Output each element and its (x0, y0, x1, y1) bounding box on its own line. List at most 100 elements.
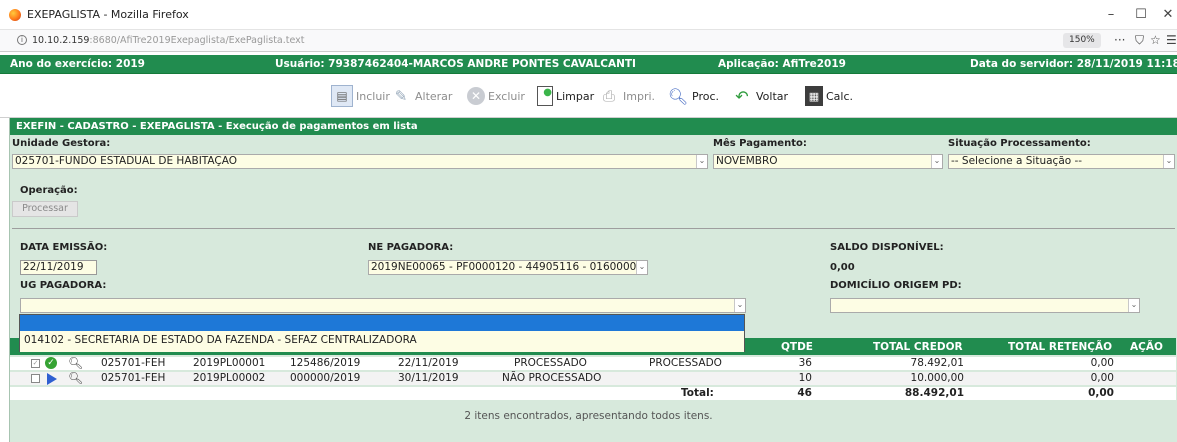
edit-icon: ✎ (394, 87, 408, 105)
situacao-label: Situação Processamento: (948, 138, 1091, 149)
mes-pagamento-value: NOVEMBRO (716, 155, 778, 167)
situacao-select[interactable]: -- Selecione a Situação -- ⌄ (948, 154, 1175, 169)
chevron-down-icon: ⌄ (734, 299, 745, 312)
processar-button[interactable]: Processar (12, 201, 78, 217)
print-icon: ⎙ (602, 87, 615, 105)
situacao-value: -- Selecione a Situação -- (951, 155, 1083, 167)
view-details-icon[interactable]: 🔍︎ (68, 357, 83, 370)
calc-button[interactable]: ▦ Calc. (805, 82, 853, 110)
ug-pagadora-label: UG PAGADORA: (20, 280, 107, 291)
cell-total-credor: 78.492,01 (910, 357, 964, 369)
table-row: 🔍︎ 025701-FEH 2019PL00002 000000/2019 30… (10, 372, 1176, 385)
unidade-gestora-label: Unidade Gestora: (12, 138, 111, 149)
voltar-button[interactable]: ↶ Voltar (731, 82, 788, 110)
zoom-level-badge[interactable]: 150% (1063, 33, 1101, 48)
row-checkbox[interactable] (31, 374, 40, 383)
page-actions-icon[interactable]: ··· (1114, 33, 1125, 48)
unidade-gestora-select[interactable]: 025701-FUNDO ESTADUAL DE HABITAÇÃO ⌄ (12, 154, 708, 169)
minimize-button[interactable]: – (1098, 5, 1124, 25)
cell-total-credor: 10.000,00 (910, 372, 964, 384)
chevron-down-icon: ⌄ (931, 155, 942, 168)
operacao-label: Operação: (20, 185, 78, 196)
address-field[interactable]: 10.10.2.159:8680/AfiTre2019Exepaglista/E… (32, 35, 305, 46)
ug-pagadora-dropdown: 014102 - SECRETARIA DE ESTADO DA FAZENDA… (19, 314, 745, 352)
total-label: Total: (681, 387, 714, 399)
row-checkbox[interactable]: ✓ (31, 359, 40, 368)
browser-urlbar: i 10.10.2.159:8680/AfiTre2019Exepaglista… (0, 30, 1177, 52)
cell-status: NÃO PROCESSADO (502, 372, 602, 384)
alterar-button[interactable]: ✎ Alterar (390, 82, 453, 110)
domicilio-select[interactable]: ⌄ (830, 298, 1140, 313)
cell-qtde: 10 (798, 372, 812, 384)
site-info-icon[interactable]: i (17, 35, 27, 45)
total-qtde: 46 (797, 387, 812, 399)
cell-status: PROCESSADO (514, 357, 587, 369)
total-retencao: 0,00 (1088, 387, 1114, 399)
incluir-label: Incluir (356, 89, 390, 103)
ne-pagadora-select[interactable]: 2019NE00065 - PF0000120 - 44905116 - 016… (368, 260, 648, 275)
back-arrow-icon: ↶ (735, 86, 749, 106)
cell-total-retencao: 0,00 (1090, 372, 1114, 384)
unidade-gestora-value: 025701-FUNDO ESTADUAL DE HABITAÇÃO (15, 155, 237, 167)
delete-icon: ✕ (467, 87, 485, 105)
alterar-label: Alterar (415, 89, 453, 103)
dropdown-option[interactable]: 014102 - SECRETARIA DE ESTADO DA FAZENDA… (20, 331, 744, 352)
cell-pl: 2019PL00001 (193, 357, 266, 369)
dropdown-option-empty[interactable] (20, 315, 744, 331)
proc-button[interactable]: 🔍︎ Proc. (667, 82, 719, 110)
cell-doc: 000000/2019 (290, 372, 361, 384)
calculator-icon: ▦ (805, 86, 823, 106)
imprimir-button[interactable]: ⎙ Impri. (598, 82, 655, 110)
domicilio-label: DOMICÍLIO ORIGEM PD: (830, 280, 962, 291)
ne-pagadora-value: 2019NE00065 - PF0000120 - 44905116 - 016… (371, 261, 637, 273)
exercise-year: Ano do exercício: 2019 (10, 58, 145, 70)
impri-label: Impri. (623, 89, 656, 103)
limpar-button[interactable]: ● Limpar (537, 82, 594, 110)
firefox-icon (9, 9, 21, 21)
browser-titlebar: EXEPAGLISTA - Mozilla Firefox – ☐ ✕ (0, 0, 1177, 30)
cell-ug: 025701-FEH (101, 357, 166, 369)
add-record-icon: ▤ (331, 85, 353, 107)
cell-qtde: 36 (798, 357, 812, 369)
data-emissao-field[interactable]: 22/11/2019 (20, 260, 97, 275)
results-count: 2 itens encontrados, apresentando todos … (464, 410, 713, 422)
cell-situacao: PROCESSADO (649, 357, 722, 369)
incluir-button[interactable]: ▤ Incluir (331, 82, 390, 110)
pocket-icon[interactable]: ⛉ (1135, 33, 1144, 48)
saldo-label: SALDO DISPONÍVEL: (830, 242, 944, 253)
limpar-label: Limpar (556, 89, 595, 103)
panel-title: EXEFIN - CADASTRO - EXEPAGLISTA - Execuç… (10, 118, 1177, 135)
maximize-button[interactable]: ☐ (1128, 5, 1154, 25)
data-emissao-label: DATA EMISSÃO: (20, 242, 108, 253)
menu-icon[interactable]: ☰ (1166, 33, 1177, 48)
saldo-value: 0,00 (830, 262, 855, 273)
total-credor: 88.492,01 (904, 387, 964, 399)
application-name: Aplicação: AfiTre2019 (718, 58, 846, 70)
view-details-icon[interactable]: 🔍︎ (68, 372, 83, 385)
processed-check-icon: ✓ (45, 357, 57, 369)
proc-label: Proc. (692, 89, 719, 103)
section-divider (12, 228, 1175, 229)
play-process-icon[interactable] (47, 373, 57, 385)
ug-pagadora-select[interactable]: ⌄ (20, 298, 746, 313)
col-total-retencao: TOTAL RETENÇÃO (1008, 341, 1113, 353)
url-host: 10.10.2.159 (32, 35, 90, 46)
cell-data: 30/11/2019 (398, 372, 459, 384)
bookmark-star-icon[interactable]: ☆ (1150, 33, 1161, 48)
excluir-label: Excluir (488, 89, 525, 103)
server-date: Data do servidor: 28/11/2019 11:18 AM (970, 58, 1177, 70)
chevron-down-icon: ⌄ (1128, 299, 1139, 312)
chevron-down-icon: ⌄ (636, 261, 647, 274)
excluir-button[interactable]: ✕ Excluir (467, 82, 525, 110)
cell-total-retencao: 0,00 (1090, 357, 1114, 369)
mes-pagamento-label: Mês Pagamento: (713, 138, 807, 149)
close-button[interactable]: ✕ (1155, 5, 1177, 25)
voltar-label: Voltar (756, 89, 789, 103)
mes-pagamento-select[interactable]: NOVEMBRO ⌄ (713, 154, 943, 169)
calc-label: Calc. (826, 89, 854, 103)
col-qtde: QTDE (781, 341, 813, 353)
cell-pl: 2019PL00002 (193, 372, 266, 384)
url-path: :8680/AfiTre2019Exepaglista/ExePaglista.… (89, 35, 305, 46)
chevron-down-icon: ⌄ (696, 155, 707, 168)
cell-data: 22/11/2019 (398, 357, 459, 369)
